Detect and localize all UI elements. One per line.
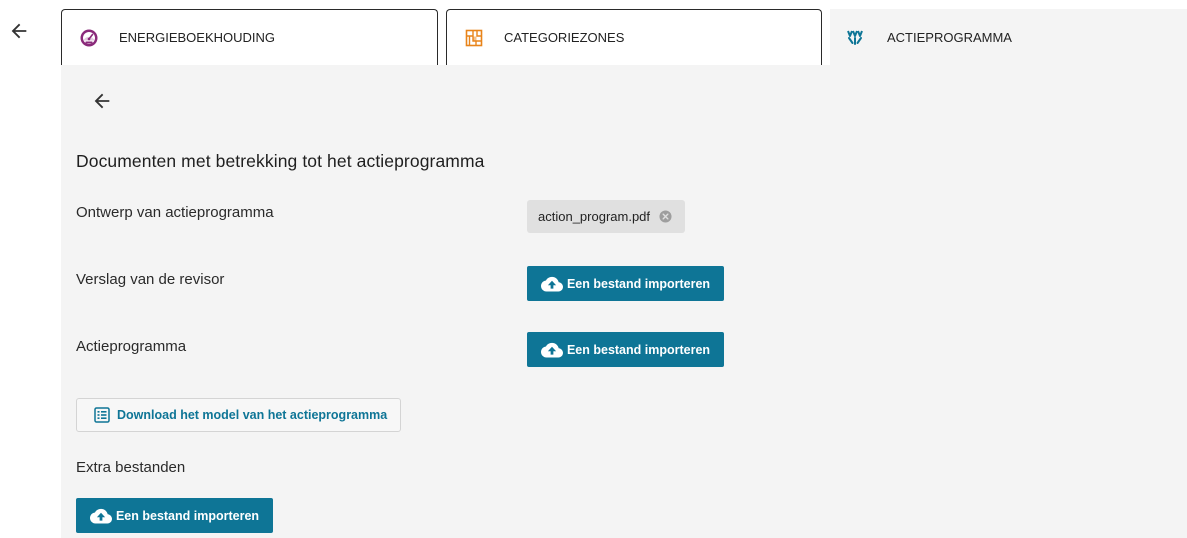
- download-label: Download het model van het actieprogramm…: [117, 408, 388, 422]
- content-panel: Documenten met betrekking tot het actiep…: [61, 65, 1187, 538]
- button-label: Een bestand importeren: [115, 508, 260, 523]
- tab-label: ACTIEPROGRAMMA: [887, 29, 1012, 45]
- import-extra-file-button[interactable]: Een bestand importeren: [76, 498, 273, 533]
- file-chip[interactable]: action_program.pdf: [527, 200, 685, 233]
- cloud-upload-icon: [89, 508, 112, 524]
- row-label-actieprogramma: Actieprogramma: [76, 338, 187, 355]
- back-arrow-icon[interactable]: [91, 90, 113, 112]
- action-program-icon: [845, 27, 865, 47]
- zones-map-icon: [464, 28, 484, 48]
- row-label-ontwerp: Ontwerp van actieprogramma: [76, 204, 274, 221]
- tab-label: ENERGIEBOEKHOUDING: [119, 30, 276, 45]
- remove-file-icon[interactable]: [659, 210, 672, 223]
- file-name: action_program.pdf: [538, 209, 651, 224]
- cloud-upload-icon: [540, 276, 563, 292]
- download-model-button[interactable]: Download het model van het actieprogramm…: [76, 398, 401, 432]
- button-label: Een bestand importeren: [566, 342, 711, 357]
- row-label-verslag: Verslag van de revisor: [76, 271, 225, 288]
- import-file-button[interactable]: Een bestand importeren: [527, 332, 724, 367]
- extra-files-label: Extra bestanden: [76, 459, 186, 476]
- cloud-upload-icon: [540, 342, 563, 358]
- tab-energieboekhouding[interactable]: ENERGIEBOEKHOUDING: [61, 9, 438, 65]
- tab-categoriezones[interactable]: CATEGORIEZONES: [446, 9, 822, 65]
- gauge-icon: [79, 28, 99, 48]
- import-file-button[interactable]: Een bestand importeren: [527, 266, 724, 301]
- button-label: Een bestand importeren: [566, 276, 711, 291]
- list-document-icon: [94, 407, 110, 423]
- tab-label: CATEGORIEZONES: [504, 30, 625, 45]
- tab-actieprogramma[interactable]: ACTIEPROGRAMMA: [830, 9, 1187, 65]
- section-title: Documenten met betrekking tot het actiep…: [76, 151, 485, 171]
- back-arrow-icon[interactable]: [8, 20, 30, 42]
